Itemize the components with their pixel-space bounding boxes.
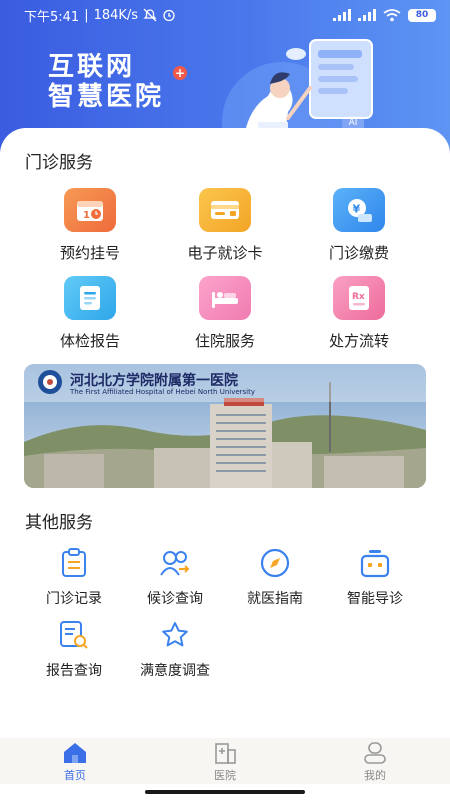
status-speed: 184K/s bbox=[93, 7, 139, 23]
payment-button[interactable]: ¥ 门诊缴费 bbox=[299, 188, 419, 263]
calendar-icon: 1 bbox=[64, 188, 116, 232]
main-content: 门诊服务 1 预约挂号 电子就诊卡 ¥ 门诊缴费 体检报告 住院服务 Rx 处方… bbox=[0, 128, 450, 738]
prescription-icon: Rx bbox=[333, 276, 385, 320]
visit-record-button[interactable]: 门诊记录 bbox=[24, 546, 124, 608]
svg-text:1: 1 bbox=[83, 210, 90, 221]
robot-icon bbox=[358, 546, 392, 580]
banner-line2: 智慧医院 bbox=[48, 82, 165, 112]
mute-icon bbox=[143, 8, 157, 22]
inpatient-button[interactable]: 住院服务 bbox=[165, 276, 285, 351]
tab-home-label: 首页 bbox=[64, 769, 86, 782]
bottom-nav: 首页 医院 我的 bbox=[0, 738, 450, 784]
compass-icon bbox=[258, 546, 292, 580]
satisfaction-survey-button[interactable]: 满意度调查 bbox=[125, 618, 225, 680]
status-bar: 下午5:41 | 184K/s 80 bbox=[0, 0, 450, 30]
svg-text:Rx: Rx bbox=[352, 292, 365, 302]
home-icon bbox=[64, 743, 86, 763]
star-icon bbox=[158, 618, 192, 652]
appointment-label: 预约挂号 bbox=[59, 244, 120, 262]
appointment-button[interactable]: 1 预约挂号 bbox=[30, 188, 150, 263]
queue-query-label: 候诊查询 bbox=[147, 591, 203, 607]
clipboard-icon bbox=[57, 546, 91, 580]
svg-text:¥: ¥ bbox=[353, 203, 361, 216]
guide-button[interactable]: 就医指南 bbox=[225, 546, 325, 608]
signal-icon bbox=[358, 9, 376, 21]
visit-record-label: 门诊记录 bbox=[46, 591, 102, 607]
smart-triage-button[interactable]: 智能导诊 bbox=[325, 546, 425, 608]
hospital-banner[interactable]: 河北北方学院附属第一医院 The First Affiliated Hospit… bbox=[24, 364, 426, 488]
prescription-label: 处方流转 bbox=[328, 332, 389, 350]
guide-label: 就医指南 bbox=[247, 591, 303, 607]
battery-indicator: 80 bbox=[408, 8, 436, 22]
tab-hospital[interactable]: 医院 bbox=[150, 738, 300, 784]
checkup-report-label: 体检报告 bbox=[59, 332, 120, 350]
other-section-title: 其他服务 bbox=[25, 513, 93, 533]
banner-line1: 互联网 bbox=[48, 52, 136, 82]
plus-icon: + bbox=[173, 66, 187, 80]
signal-icon bbox=[333, 9, 351, 21]
tab-home[interactable]: 首页 bbox=[0, 738, 150, 784]
wifi-icon bbox=[383, 8, 401, 21]
status-time: 下午5:41 bbox=[24, 9, 80, 25]
tab-profile-label: 我的 bbox=[364, 769, 386, 782]
hospital-name-cn: 河北北方学院附属第一医院 bbox=[70, 373, 238, 389]
card-icon bbox=[199, 188, 251, 232]
prescription-button[interactable]: Rx 处方流转 bbox=[299, 276, 419, 351]
hospital-icon bbox=[215, 743, 236, 764]
e-card-label: 电子就诊卡 bbox=[187, 244, 263, 262]
home-indicator[interactable] bbox=[145, 790, 305, 794]
bed-icon bbox=[199, 276, 251, 320]
queue-query-button[interactable]: 候诊查询 bbox=[125, 546, 225, 608]
checkup-report-button[interactable]: 体检报告 bbox=[30, 276, 150, 351]
payment-label: 门诊缴费 bbox=[328, 244, 389, 262]
alarm-icon bbox=[163, 9, 175, 22]
banner-title: 互联网 智慧医院 bbox=[48, 52, 164, 112]
outpatient-section-title: 门诊服务 bbox=[25, 153, 93, 173]
hospital-name-en: The First Affiliated Hospital of Hebei N… bbox=[70, 388, 256, 396]
report-query-button[interactable]: 报告查询 bbox=[24, 618, 124, 680]
smart-triage-label: 智能导诊 bbox=[347, 591, 403, 607]
inpatient-label: 住院服务 bbox=[194, 332, 255, 350]
user-icon bbox=[364, 742, 386, 764]
report-search-icon bbox=[57, 618, 91, 652]
payment-icon: ¥ bbox=[333, 188, 385, 232]
satisfaction-survey-label: 满意度调查 bbox=[140, 663, 210, 679]
report-query-label: 报告查询 bbox=[46, 663, 102, 679]
tab-profile[interactable]: 我的 bbox=[300, 738, 450, 784]
queue-icon bbox=[158, 546, 192, 580]
e-card-button[interactable]: 电子就诊卡 bbox=[165, 188, 285, 263]
report-icon bbox=[64, 276, 116, 320]
tab-hospital-label: 医院 bbox=[214, 769, 236, 782]
